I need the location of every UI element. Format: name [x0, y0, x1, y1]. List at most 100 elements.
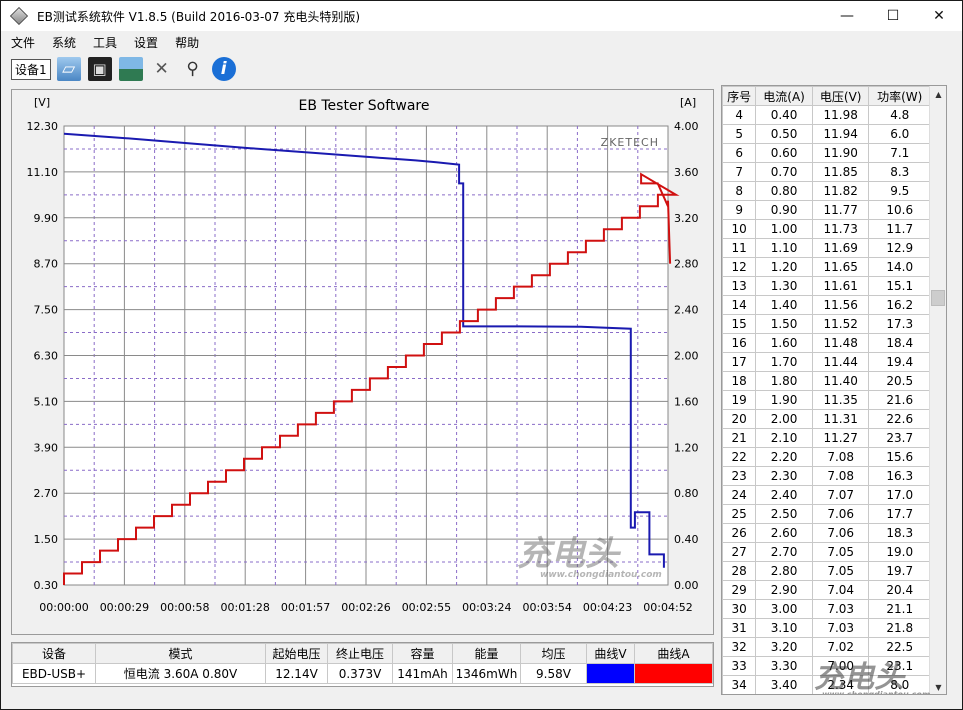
row-voltage: 7.05	[811, 561, 870, 581]
row-current: 1.00	[755, 219, 813, 239]
y-left-tick-label: 6.30	[34, 350, 59, 363]
row-index: 22	[722, 447, 757, 467]
row-current: 2.50	[755, 504, 813, 524]
chart-panel: EB Tester Software [V] [A] 12.30 11.10 9.9…	[11, 89, 714, 635]
row-index: 32	[722, 637, 757, 657]
col-voltage-header[interactable]: 电压(V)	[811, 86, 870, 106]
curve-v-color-swatch[interactable]	[586, 663, 635, 684]
row-current: 0.90	[755, 200, 813, 220]
menu-system[interactable]: 系统	[45, 34, 83, 51]
table-row[interactable]: 6 0.60 11.90 7.1	[722, 143, 931, 163]
maximize-button[interactable]: ☐	[870, 1, 916, 31]
menu-tools[interactable]: 工具	[86, 34, 124, 51]
row-current: 2.00	[755, 409, 813, 429]
curve-a-color-swatch[interactable]	[634, 663, 713, 684]
row-current: 1.20	[755, 257, 813, 277]
row-current: 3.10	[755, 618, 813, 638]
row-index: 6	[722, 143, 757, 163]
vertical-scrollbar[interactable]: ▲ ▼	[929, 86, 946, 694]
table-row[interactable]: 5 0.50 11.94 6.0	[722, 124, 931, 144]
row-index: 12	[722, 257, 757, 277]
row-power: 21.1	[868, 599, 931, 619]
x-tick-label: 00:00:00	[39, 601, 88, 614]
summary-capacity-header: 容量	[392, 643, 453, 664]
row-index: 30	[722, 599, 757, 619]
close-button[interactable]: ✕	[916, 1, 962, 31]
row-voltage: 7.04	[811, 580, 870, 600]
row-voltage: 11.52	[811, 314, 870, 334]
table-row[interactable]: 29 2.90 7.04 20.4	[722, 580, 931, 600]
row-voltage: 11.61	[811, 276, 870, 296]
table-row[interactable]: 31 3.10 7.03 21.8	[722, 618, 931, 638]
search-icon[interactable]: ⚲	[181, 57, 205, 81]
table-row[interactable]: 13 1.30 11.61 15.1	[722, 276, 931, 296]
chart-image-icon[interactable]	[118, 57, 143, 81]
row-current: 1.30	[755, 276, 813, 296]
col-power-header[interactable]: 功率(W)	[868, 86, 931, 106]
menu-file[interactable]: 文件	[4, 34, 42, 51]
table-row[interactable]: 16 1.60 11.48 18.4	[722, 333, 931, 353]
y-right-tick-label: 2.80	[674, 258, 699, 271]
table-row[interactable]: 22 2.20 7.08 15.6	[722, 447, 931, 467]
row-voltage: 11.44	[811, 352, 870, 372]
tools-icon[interactable]: ✕	[150, 57, 174, 81]
y-right-tick-label: 1.20	[674, 441, 699, 454]
table-row[interactable]: 25 2.50 7.06 17.7	[722, 504, 931, 524]
save-icon[interactable]: ▣	[87, 57, 112, 81]
table-row[interactable]: 8 0.80 11.82 9.5	[722, 181, 931, 201]
row-current: 0.80	[755, 181, 813, 201]
summary-end-voltage-header: 终止电压	[327, 643, 393, 664]
row-current: 3.00	[755, 599, 813, 619]
row-index: 13	[722, 276, 757, 296]
table-row[interactable]: 21 2.10 11.27 23.7	[722, 428, 931, 448]
summary-curve-a-header: 曲线A	[634, 643, 713, 664]
minimize-button[interactable]: —	[824, 1, 870, 31]
col-current-header[interactable]: 电流(A)	[755, 86, 813, 106]
table-row[interactable]: 27 2.70 7.05 19.0	[722, 542, 931, 562]
table-row[interactable]: 28 2.80 7.05 19.7	[722, 561, 931, 581]
device-tab[interactable]: 设备1	[11, 58, 51, 80]
row-index: 34	[722, 675, 757, 694]
row-voltage: 11.90	[811, 143, 870, 163]
table-row[interactable]: 20 2.00 11.31 22.6	[722, 409, 931, 429]
table-row[interactable]: 10 1.00 11.73 11.7	[722, 219, 931, 239]
row-power: 16.2	[868, 295, 931, 315]
row-index: 8	[722, 181, 757, 201]
row-voltage: 11.35	[811, 390, 870, 410]
menu-help[interactable]: 帮助	[168, 34, 206, 51]
row-power: 9.5	[868, 181, 931, 201]
table-row[interactable]: 11 1.10 11.69 12.9	[722, 238, 931, 258]
scroll-thumb[interactable]	[931, 290, 945, 306]
table-row[interactable]: 19 1.90 11.35 21.6	[722, 390, 931, 410]
menu-settings[interactable]: 设置	[127, 34, 165, 51]
scroll-up-icon[interactable]: ▲	[930, 86, 946, 103]
table-row[interactable]: 7 0.70 11.85 8.3	[722, 162, 931, 182]
table-row[interactable]: 18 1.80 11.40 20.5	[722, 371, 931, 391]
row-index: 33	[722, 656, 757, 676]
y-left-tick-label: 3.90	[34, 441, 59, 454]
table-row[interactable]: 26 2.60 7.06 18.3	[722, 523, 931, 543]
info-icon[interactable]: i	[211, 57, 236, 81]
row-index: 21	[722, 428, 757, 448]
table-row[interactable]: 9 0.90 11.77 10.6	[722, 200, 931, 220]
row-current: 2.70	[755, 542, 813, 562]
col-index-header[interactable]: 序号	[722, 86, 757, 106]
y-right-tick-label: 0.80	[674, 487, 699, 500]
data-table-panel: 序号 电流(A) 电压(V) 功率(W) 4 0.40 11.98 4.8 5 0.50 1…	[721, 85, 947, 695]
y-right-tick-label: 4.00	[674, 120, 699, 133]
table-row[interactable]: 15 1.50 11.52 17.3	[722, 314, 931, 334]
table-row[interactable]: 12 1.20 11.65 14.0	[722, 257, 931, 277]
x-tick-label: 00:03:24	[462, 601, 511, 614]
table-row[interactable]: 4 0.40 11.98 4.8	[722, 105, 931, 125]
folder-open-icon[interactable]: ▱	[56, 57, 81, 81]
table-row[interactable]: 30 3.00 7.03 21.1	[722, 599, 931, 619]
table-row[interactable]: 24 2.40 7.07 17.0	[722, 485, 931, 505]
row-voltage: 11.48	[811, 333, 870, 353]
row-power: 16.3	[868, 466, 931, 486]
table-row[interactable]: 14 1.40 11.56 16.2	[722, 295, 931, 315]
table-row[interactable]: 17 1.70 11.44 19.4	[722, 352, 931, 372]
scroll-down-icon[interactable]: ▼	[930, 679, 946, 694]
table-row[interactable]: 23 2.30 7.08 16.3	[722, 466, 931, 486]
row-voltage: 11.98	[811, 105, 870, 125]
app-logo-icon	[9, 6, 29, 26]
